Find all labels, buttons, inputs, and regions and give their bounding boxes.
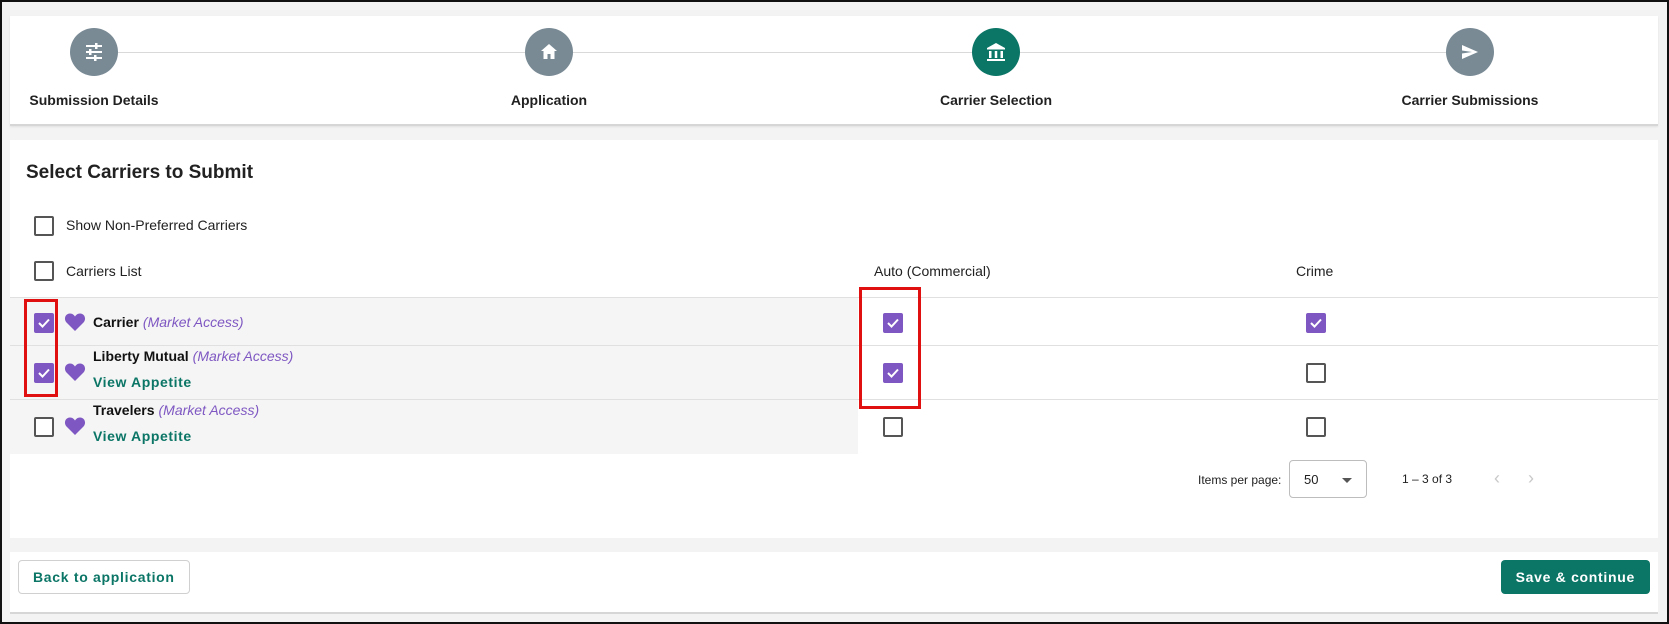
stepper: Submission Details Application Carrier S… [10, 16, 1658, 126]
step-circle [1446, 28, 1494, 76]
tune-icon [86, 43, 102, 61]
auto-commercial-checkbox[interactable] [883, 313, 903, 333]
step-submission-details[interactable]: Submission Details [0, 28, 214, 108]
crime-checkbox[interactable] [1306, 417, 1326, 437]
home-icon [541, 44, 557, 59]
step-circle [525, 28, 573, 76]
step-circle [972, 28, 1020, 76]
carrier-name: Travelers (Market Access) [93, 402, 259, 418]
market-access-tag: (Market Access) [158, 402, 260, 418]
bank-icon [987, 43, 1005, 61]
check-icon [887, 318, 899, 328]
auto-commercial-checkbox[interactable] [883, 417, 903, 437]
save-and-continue-button[interactable]: Save & continue [1500, 560, 1650, 594]
step-circle [70, 28, 118, 76]
carrier-name: Liberty Mutual (Market Access) [93, 348, 293, 364]
step-label: Application [510, 92, 588, 108]
heart-icon [64, 417, 86, 435]
check-icon [887, 368, 899, 378]
show-non-preferred-checkbox[interactable] [34, 216, 54, 236]
table-row: Liberty Mutual (Market Access) View Appet… [10, 345, 1658, 400]
view-appetite-link[interactable]: View Appetite [93, 374, 192, 390]
previous-page-icon[interactable]: ‹ [1494, 468, 1500, 489]
market-access-tag: (Market Access) [192, 348, 294, 364]
next-page-icon[interactable]: › [1528, 468, 1534, 489]
pagination-range: 1 – 3 of 3 [1402, 472, 1453, 486]
back-to-application-button[interactable]: Back to application [18, 560, 190, 594]
column-header-crime: Crime [1296, 263, 1334, 279]
check-icon [38, 368, 50, 378]
table-row: Travelers (Market Access) View Appetite [10, 399, 1658, 454]
items-per-page-select[interactable]: 50 [1289, 460, 1367, 498]
step-application[interactable]: Application [429, 28, 669, 108]
app-frame: Submission Details Application Carrier S… [0, 0, 1669, 624]
dropdown-caret-icon [1342, 478, 1352, 483]
send-icon [1462, 45, 1478, 59]
market-access-tag: (Market Access) [142, 314, 244, 330]
step-carrier-submissions[interactable]: Carrier Submissions [1350, 28, 1590, 108]
heart-icon [64, 363, 86, 381]
show-non-preferred-label: Show Non-Preferred Carriers [66, 217, 248, 233]
select-all-checkbox[interactable] [34, 261, 54, 281]
step-label: Submission Details [29, 92, 159, 108]
row-select-checkbox[interactable] [34, 363, 54, 383]
carrier-selection-card: Select Carriers to Submit Show Non-Prefe… [10, 140, 1658, 538]
carrier-name-text: Travelers [93, 402, 155, 418]
column-header-auto: Auto (Commercial) [874, 263, 991, 279]
items-per-page-label: Items per page: [1198, 473, 1282, 487]
stepper-line [115, 52, 1470, 53]
crime-checkbox[interactable] [1306, 363, 1326, 383]
footer-actions: Back to application Save & continue [10, 552, 1658, 614]
step-label: Carrier Selection [939, 92, 1053, 108]
heart-icon [64, 313, 86, 331]
step-label: Carrier Submissions [1401, 92, 1539, 108]
carrier-name-text: Carrier [93, 314, 139, 330]
column-header-carriers: Carriers List [66, 263, 142, 279]
carrier-name-text: Liberty Mutual [93, 348, 189, 364]
check-icon [1310, 318, 1322, 328]
table-row: Carrier (Market Access) [10, 297, 1658, 346]
step-carrier-selection[interactable]: Carrier Selection [876, 28, 1116, 108]
auto-commercial-checkbox[interactable] [883, 363, 903, 383]
crime-checkbox[interactable] [1306, 313, 1326, 333]
check-icon [38, 318, 50, 328]
carrier-name: Carrier (Market Access) [93, 314, 244, 330]
row-select-checkbox[interactable] [34, 417, 54, 437]
row-select-checkbox[interactable] [34, 313, 54, 333]
page-title: Select Carriers to Submit [26, 162, 254, 183]
view-appetite-link[interactable]: View Appetite [93, 428, 192, 444]
items-per-page-value: 50 [1304, 472, 1319, 487]
